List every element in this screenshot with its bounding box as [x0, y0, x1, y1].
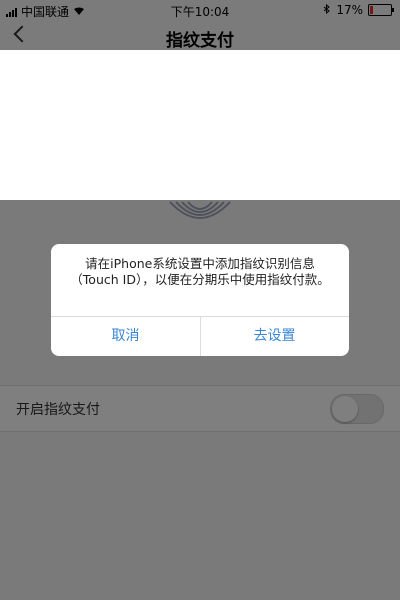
- alert-message: 请在iPhone系统设置中添加指纹识别信息（Touch ID），以便在分期乐中使…: [70, 256, 330, 287]
- cancel-button[interactable]: 取消: [51, 317, 201, 356]
- touch-id-alert: 请在iPhone系统设置中添加指纹识别信息（Touch ID），以便在分期乐中使…: [51, 244, 349, 356]
- header-panel-bright: [0, 50, 400, 200]
- go-to-settings-button[interactable]: 去设置: [200, 317, 349, 356]
